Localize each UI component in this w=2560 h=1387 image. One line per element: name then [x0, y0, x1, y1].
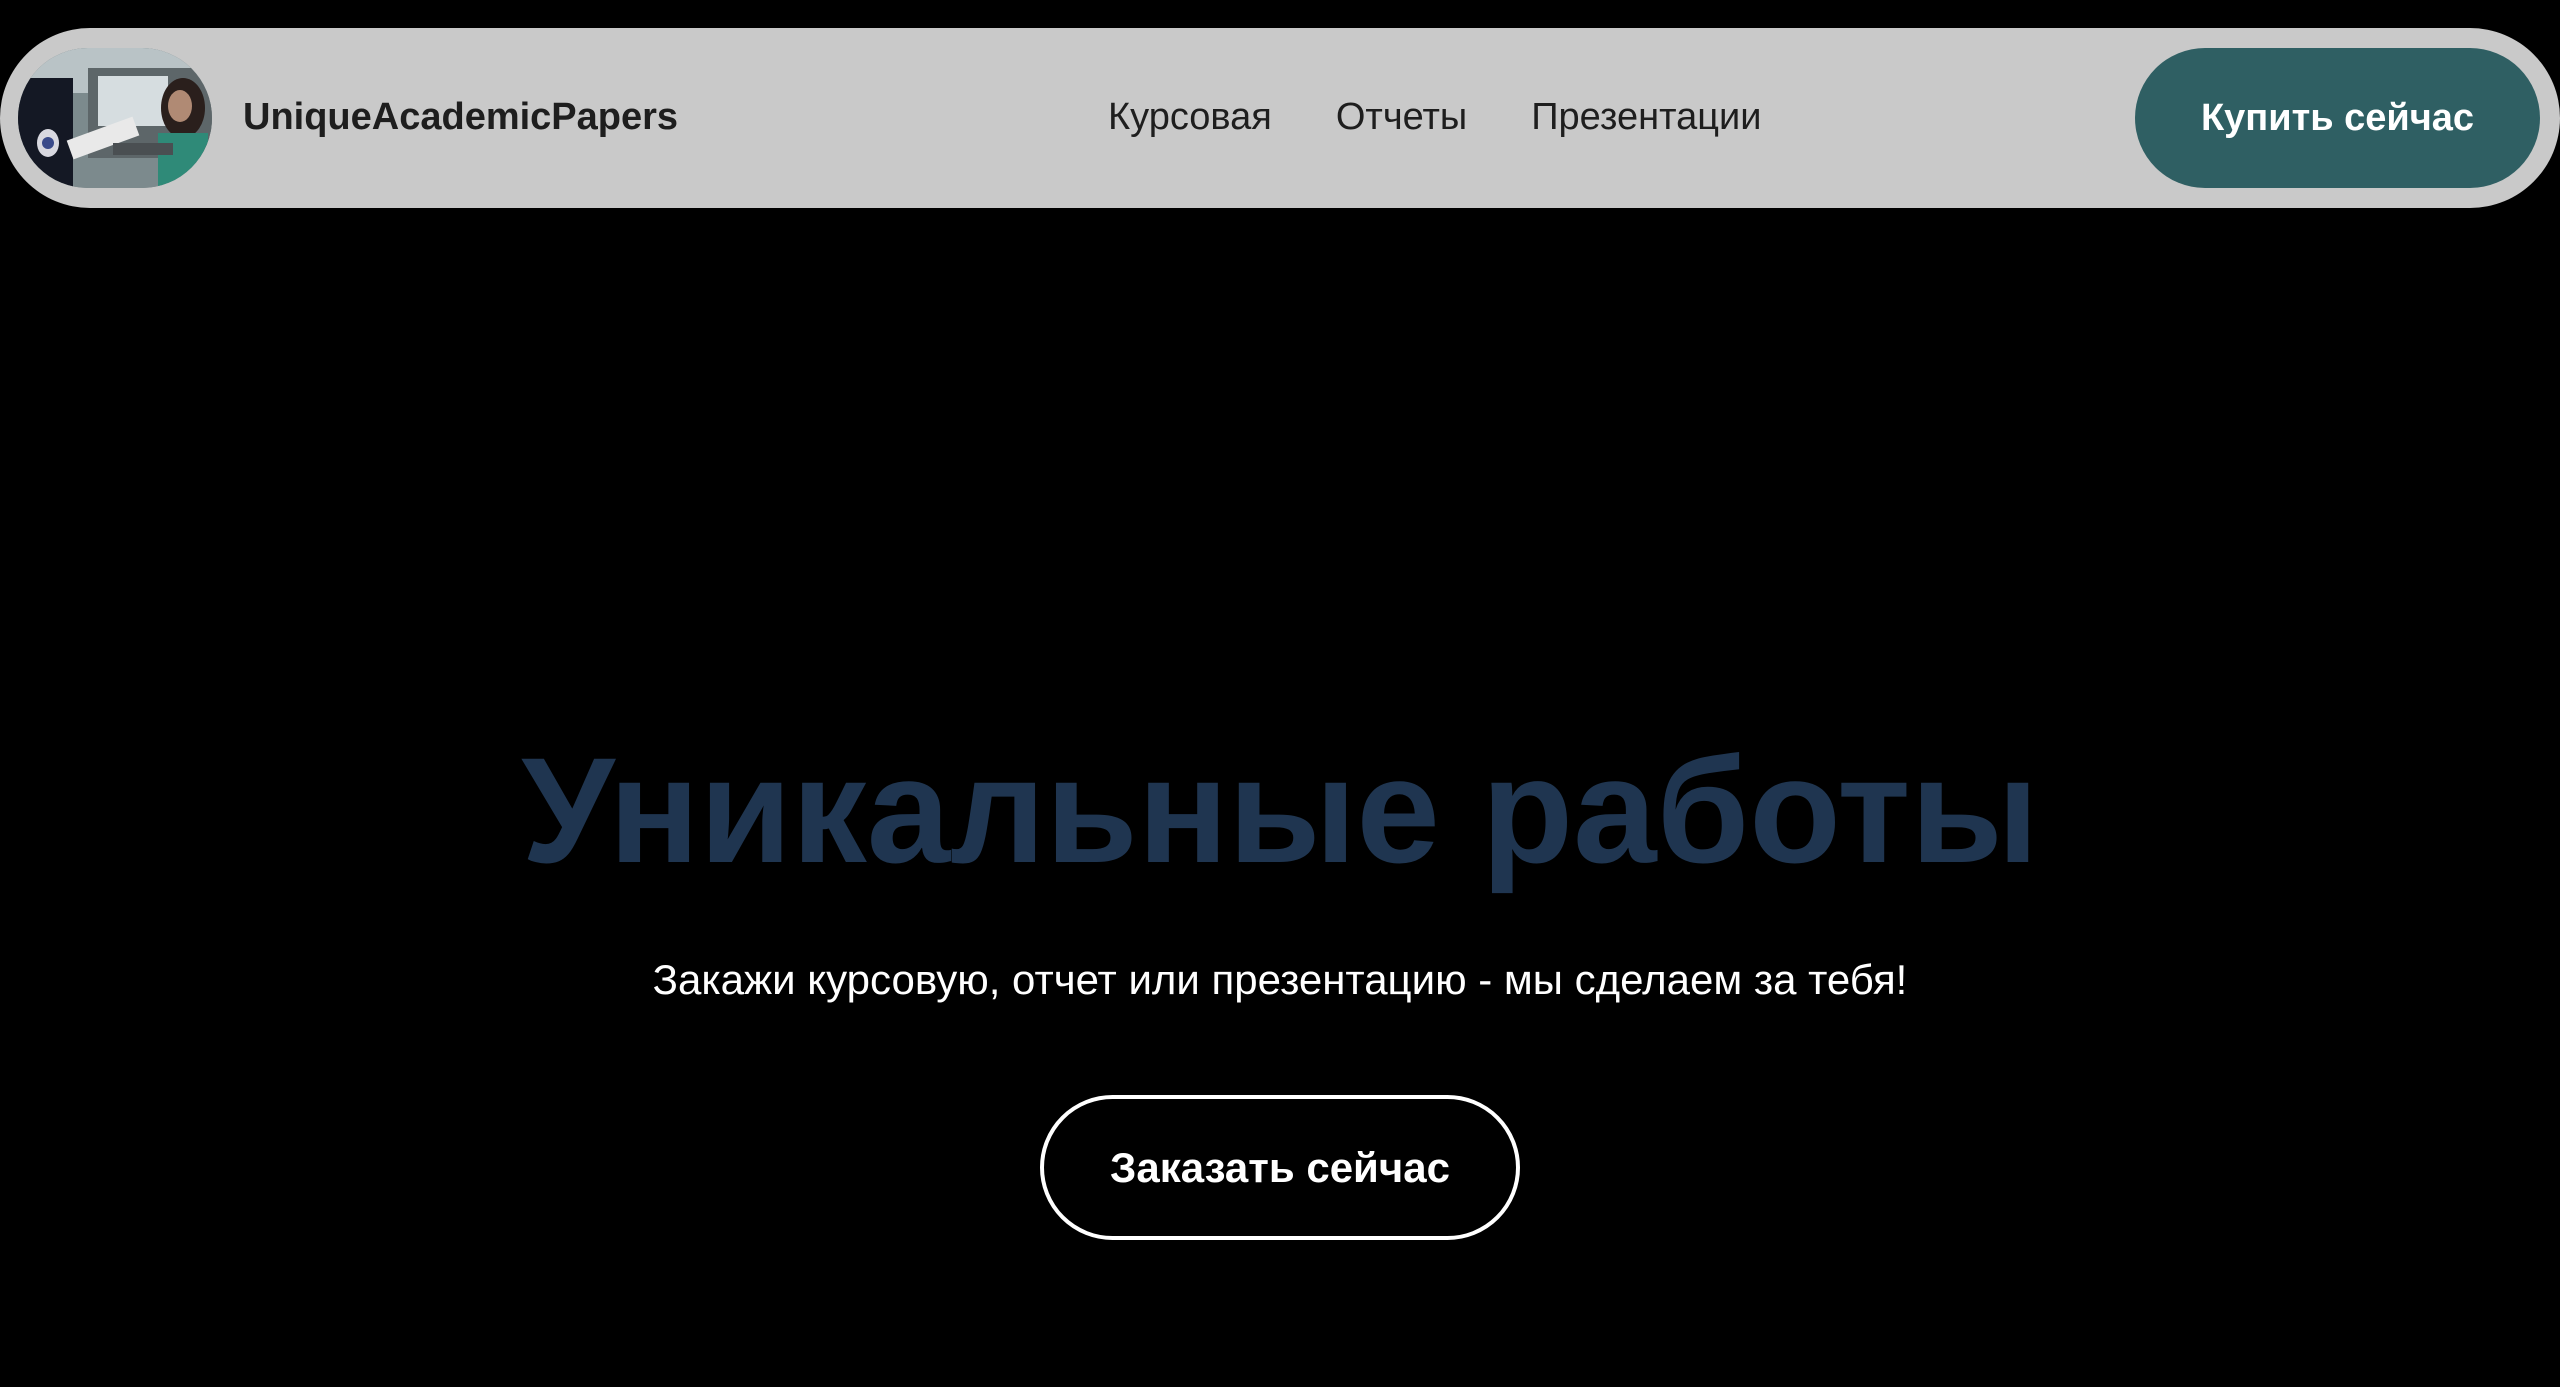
- nav-link-coursework[interactable]: Курсовая: [1108, 96, 1272, 139]
- brand-name[interactable]: UniqueAcademicPapers: [243, 96, 678, 139]
- main-nav: Курсовая Отчеты Презентации: [1108, 96, 1761, 139]
- page: UniqueAcademicPapers Курсовая Отчеты Пре…: [0, 0, 2560, 1387]
- hero-title: Уникальные работы: [521, 726, 2039, 894]
- hero-subtitle: Закажи курсовую, отчет или презентацию -…: [652, 956, 1908, 1003]
- header-bar: UniqueAcademicPapers Курсовая Отчеты Пре…: [0, 28, 2560, 208]
- order-now-button[interactable]: Заказать сейчас: [1040, 1095, 1520, 1240]
- logo-photo-icon: [18, 48, 212, 188]
- nav-link-presentations[interactable]: Презентации: [1531, 96, 1761, 139]
- site-logo[interactable]: [18, 48, 212, 188]
- nav-link-reports[interactable]: Отчеты: [1336, 96, 1467, 139]
- buy-now-button[interactable]: Купить сейчас: [2135, 48, 2540, 188]
